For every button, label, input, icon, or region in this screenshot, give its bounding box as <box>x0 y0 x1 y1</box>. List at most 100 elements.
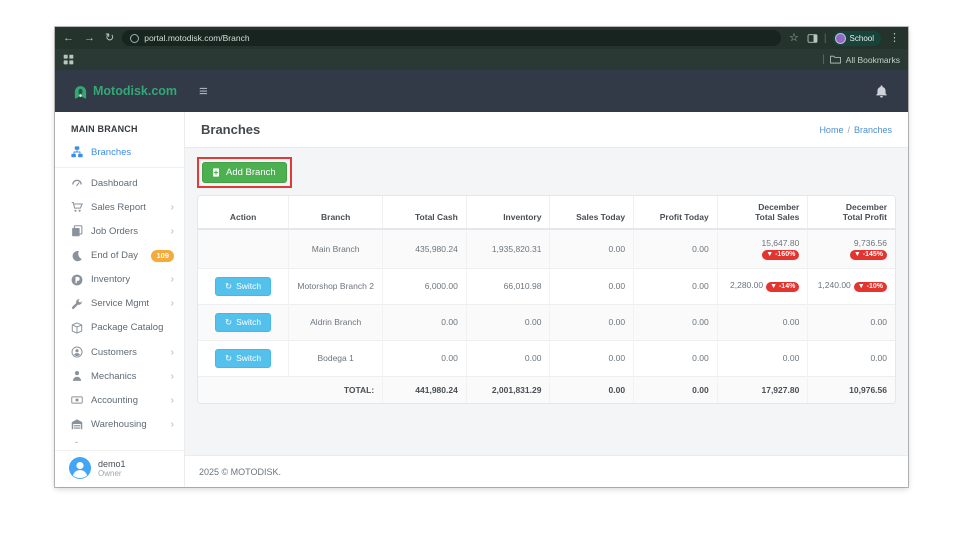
sidebar-item-dash[interactable]: - <box>55 437 184 451</box>
chevron-right-icon: › <box>171 395 174 406</box>
sidebar-item-end-of-day[interactable]: End of Day 109 <box>55 244 184 268</box>
chevron-right-icon: › <box>171 419 174 430</box>
sidebar-toggle-icon[interactable]: ≡ <box>199 83 208 100</box>
chevron-right-icon: › <box>171 347 174 358</box>
table-row-bodega-1: ↻Switch Bodega 1 0.00 0.00 0.00 0.00 0.0… <box>198 340 895 376</box>
breadcrumb-home-link[interactable]: Home <box>819 125 843 135</box>
forward-icon[interactable]: → <box>82 33 97 44</box>
sales-today-cell: 0.00 <box>550 340 634 376</box>
site-info-icon[interactable] <box>130 34 139 43</box>
branches-table-card: Action Branch Total Cash Inventory Sales… <box>197 195 896 404</box>
sidebar-item-label: Sales Report <box>91 202 146 213</box>
sales-change-badge: ▼ -160% <box>762 250 799 260</box>
sidebar-item-dashboard[interactable]: Dashboard <box>55 171 184 195</box>
copy-icon <box>71 225 83 237</box>
profile-avatar <box>835 33 846 44</box>
sidebar-item-mechanics[interactable]: Mechanics › <box>55 364 184 388</box>
product-circle-icon <box>71 274 83 286</box>
app-header: Motodisk.com ≡ <box>55 70 908 112</box>
table-total-row: TOTAL: 441,980.24 2,001,831.29 0.00 0.00… <box>198 376 895 403</box>
chevron-right-icon: › <box>171 371 174 382</box>
sitemap-icon <box>71 146 83 158</box>
dec-profit-total: 10,976.56 <box>808 376 895 403</box>
sidebar-item-sales-report[interactable]: Sales Report › <box>55 195 184 219</box>
sidebar-item-label: Branches <box>91 147 131 158</box>
sidebar-item-customers[interactable]: Customers › <box>55 340 184 364</box>
back-icon[interactable]: ← <box>61 33 76 44</box>
browser-window: ← → ↻ portal.motodisk.com/Branch ☆ | Sch… <box>55 27 908 487</box>
table-row-aldrin-branch: ↻Switch Aldrin Branch 0.00 0.00 0.00 0.0… <box>198 304 895 340</box>
sidebar-item-label: Package Catalog <box>91 322 163 333</box>
dec-profit-cell: 1,240.00▼ -10% <box>808 268 895 304</box>
content-area: Branches Home / Branches Add Branch <box>185 112 908 487</box>
inventory-cell: 1,935,820.31 <box>466 229 550 268</box>
chevron-right-icon: › <box>171 226 174 237</box>
profile-label: School <box>850 34 874 43</box>
breadcrumb-separator: / <box>847 125 850 135</box>
dec-sales-cell: 0.00 <box>717 304 808 340</box>
add-branch-button[interactable]: Add Branch <box>202 162 287 183</box>
profit-change-badge: ▼ -10% <box>854 282 887 292</box>
branch-cell: Aldrin Branch <box>289 304 383 340</box>
page-title: Branches <box>201 122 260 137</box>
branch-cell: Motorshop Branch 2 <box>289 268 383 304</box>
chevron-right-icon: › <box>171 274 174 285</box>
money-bill-icon <box>71 394 83 406</box>
reload-icon[interactable]: ↻ <box>103 33 116 44</box>
col-profit-today: Profit Today <box>634 196 718 229</box>
logo-text: Motodisk.com <box>93 84 177 98</box>
breadcrumb-current-link[interactable]: Branches <box>854 125 892 135</box>
sidebar-item-label: Inventory <box>91 274 130 285</box>
browser-profile-chip[interactable]: School <box>833 31 881 46</box>
profit-today-total: 0.00 <box>634 376 718 403</box>
dec-sales-total: 17,927.80 <box>717 376 808 403</box>
sidebar-item-label: Service Mgmt <box>91 298 149 309</box>
dec-sales-cell: 0.00 <box>717 340 808 376</box>
app-logo[interactable]: Motodisk.com <box>55 84 185 99</box>
action-cell: ↻Switch <box>198 340 289 376</box>
chevron-right-icon: › <box>171 202 174 213</box>
sidebar-item-job-orders[interactable]: Job Orders › <box>55 219 184 243</box>
sales-today-cell: 0.00 <box>550 229 634 268</box>
side-panel-icon[interactable] <box>807 33 818 44</box>
sidebar-item-accounting[interactable]: Accounting › <box>55 388 184 412</box>
col-action: Action <box>198 196 289 229</box>
browser-menu-icon[interactable]: ⋮ <box>887 33 902 44</box>
profit-today-cell: 0.00 <box>634 268 718 304</box>
col-branch: Branch <box>289 196 383 229</box>
sidebar-divider <box>55 167 184 168</box>
switch-branch-button[interactable]: ↻Switch <box>215 313 271 332</box>
profit-today-cell: 0.00 <box>634 229 718 268</box>
inventory-cell: 66,010.98 <box>466 268 550 304</box>
user-name: demo1 <box>98 459 126 469</box>
switch-refresh-icon: ↻ <box>225 281 232 292</box>
sidebar-user-panel[interactable]: demo1 Owner <box>55 450 184 487</box>
sidebar-item-package-catalog[interactable]: Package Catalog <box>55 316 184 340</box>
all-bookmarks[interactable]: | All Bookmarks <box>822 54 900 65</box>
sidebar-item-label: Warehousing <box>91 419 147 430</box>
sidebar-item-label: End of Day <box>91 250 138 261</box>
switch-branch-button[interactable]: ↻Switch <box>215 349 271 368</box>
table-header-row: Action Branch Total Cash Inventory Sales… <box>198 196 895 229</box>
sidebar: MAIN BRANCH Branches Dashboard Sales Rep… <box>55 112 185 487</box>
bookmark-star-icon[interactable]: ☆ <box>787 33 801 44</box>
sidebar-item-warehousing[interactable]: Warehousing › <box>55 412 184 436</box>
action-cell: ↻Switch <box>198 268 289 304</box>
sidebar-item-label: Mechanics <box>91 371 136 382</box>
sidebar-item-service-mgmt[interactable]: Service Mgmt › <box>55 292 184 316</box>
apps-grid-icon[interactable] <box>63 54 74 65</box>
address-bar[interactable]: portal.motodisk.com/Branch <box>122 30 781 46</box>
switch-branch-button[interactable]: ↻Switch <box>215 277 271 296</box>
notifications-bell-icon[interactable] <box>875 85 888 98</box>
sales-today-total: 0.00 <box>550 376 634 403</box>
content-header: Branches Home / Branches <box>185 112 908 148</box>
dec-profit-cell: 0.00 <box>808 340 895 376</box>
action-cell <box>198 229 289 268</box>
sidebar-item-inventory[interactable]: Inventory › <box>55 268 184 292</box>
profit-today-cell: 0.00 <box>634 304 718 340</box>
sidebar-item-branches[interactable]: Branches <box>55 140 184 164</box>
total-cash-total: 441,980.24 <box>383 376 467 403</box>
col-inventory: Inventory <box>466 196 550 229</box>
switch-refresh-icon: ↻ <box>225 353 232 364</box>
add-branch-label: Add Branch <box>226 167 276 178</box>
